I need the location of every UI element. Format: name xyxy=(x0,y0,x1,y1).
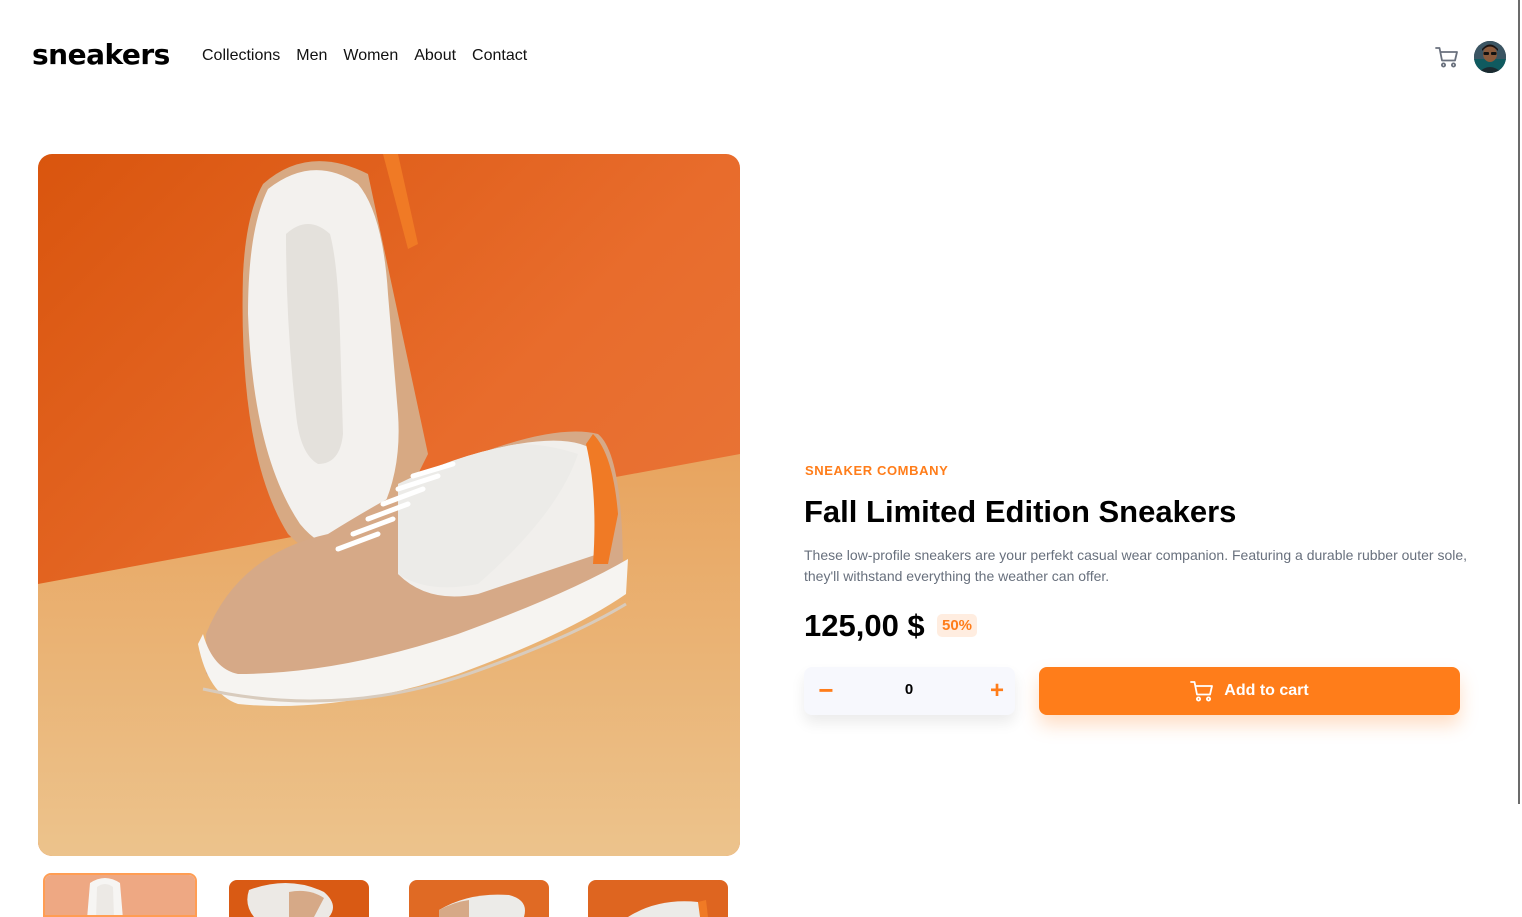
sneaker-photo[interactable] xyxy=(38,154,740,856)
scrollbar[interactable] xyxy=(1518,0,1520,804)
nav-about[interactable]: About xyxy=(414,46,456,66)
thumbnail-4[interactable] xyxy=(588,880,728,917)
quantity-stepper: − 0 + xyxy=(804,667,1015,715)
logo[interactable]: sneakers xyxy=(32,38,170,71)
product-description: These low-profile sneakers are your perf… xyxy=(804,547,1468,584)
cart-icon[interactable] xyxy=(1434,44,1460,70)
nav-contact[interactable]: Contact xyxy=(472,46,527,66)
user-avatar[interactable] xyxy=(1474,41,1506,73)
add-to-cart-button[interactable]: Add to cart xyxy=(1039,667,1460,715)
site-header: sneakers Collections Men Women About Con… xyxy=(0,0,1522,804)
increase-button[interactable]: + xyxy=(985,676,1009,706)
product-title: Fall Limited Edition Sneakers xyxy=(804,494,1237,529)
decrease-button[interactable]: − xyxy=(814,676,838,706)
thumbnail-1[interactable] xyxy=(43,873,197,917)
company-name: SNEAKER COMBANY xyxy=(805,463,949,478)
add-to-cart-label: Add to cart xyxy=(1224,682,1309,699)
nav-men[interactable]: Men xyxy=(296,46,327,66)
nav-collections[interactable]: Collections xyxy=(202,46,280,66)
cart-icon xyxy=(1190,681,1214,702)
quantity-value: 0 xyxy=(904,681,914,698)
thumbnail-2[interactable] xyxy=(229,880,369,917)
price: 125,00 $ xyxy=(804,608,925,643)
thumbnail-3[interactable] xyxy=(409,880,549,917)
main-nav: Collections Men Women About Contact xyxy=(202,46,527,66)
discount-badge: 50% xyxy=(937,614,978,637)
nav-women[interactable]: Women xyxy=(343,46,398,66)
